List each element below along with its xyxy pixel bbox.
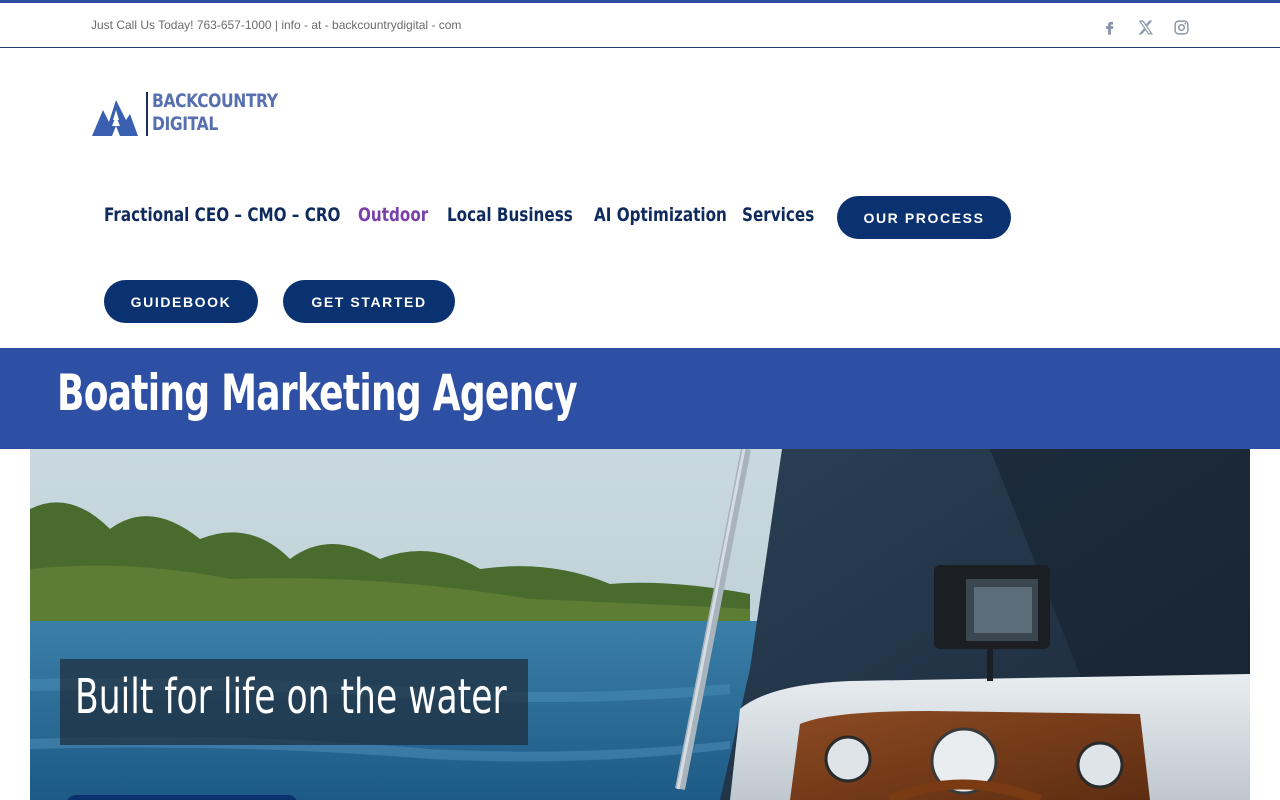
our-process-button[interactable]: OUR PROCESS (837, 196, 1011, 239)
nav-item-local-business[interactable]: Local Business (447, 204, 573, 226)
page-title: Boating Marketing Agency (57, 364, 578, 422)
mountain-logo-icon (92, 100, 138, 136)
get-started-button[interactable]: GET STARTED (283, 280, 455, 323)
nav-item-fractional[interactable]: Fractional CEO – CMO – CRO (104, 204, 340, 226)
nav-item-services[interactable]: Services (742, 204, 814, 226)
facebook-icon[interactable] (1099, 17, 1119, 37)
page-title-band: Boating Marketing Agency (0, 348, 1280, 449)
nav-item-ai-optimization[interactable]: AI Optimization (594, 204, 727, 226)
boat-photo (30, 449, 1250, 800)
hero-caption: Built for life on the water (75, 669, 507, 725)
hero-cta-button[interactable] (66, 795, 298, 800)
contact-info: Just Call Us Today! 763-657-1000 | info … (91, 18, 462, 32)
nav-item-outdoor[interactable]: Outdoor (358, 204, 428, 226)
x-twitter-icon[interactable] (1135, 17, 1155, 37)
hero-caption-box: Built for life on the water (60, 659, 528, 745)
top-bar: Just Call Us Today! 763-657-1000 | info … (0, 3, 1280, 48)
hero-image: Built for life on the water (30, 449, 1250, 800)
logo-divider (146, 92, 148, 136)
logo-wordmark: BACKCOUNTRY DIGITAL (152, 90, 278, 135)
instagram-icon[interactable] (1171, 17, 1191, 37)
guidebook-button[interactable]: GUIDEBOOK (104, 280, 258, 323)
site-logo[interactable]: BACKCOUNTRY DIGITAL (92, 90, 292, 138)
